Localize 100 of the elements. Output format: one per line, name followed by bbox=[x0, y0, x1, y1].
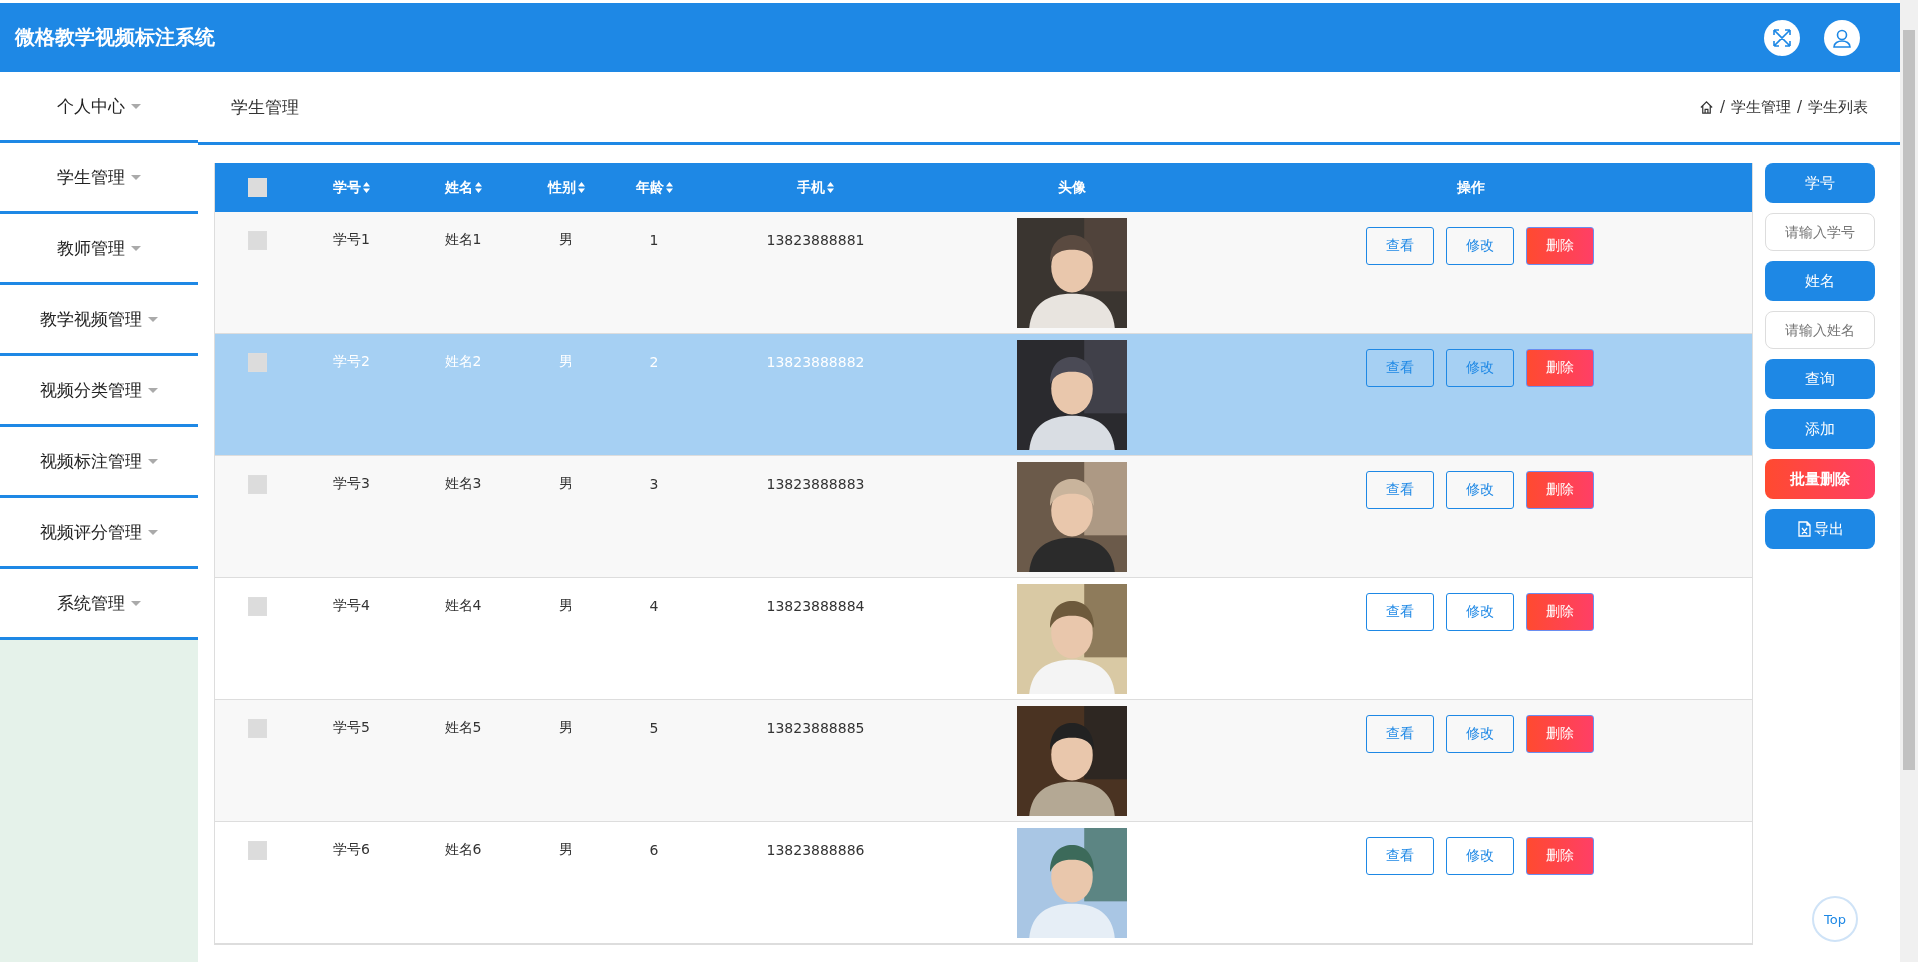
sort-icon[interactable] bbox=[363, 182, 370, 193]
breadcrumb-separator: / bbox=[1796, 98, 1802, 116]
view-button[interactable]: 查看 bbox=[1366, 715, 1434, 753]
delete-button[interactable]: 删除 bbox=[1526, 593, 1594, 631]
table-cell: 6 bbox=[649, 842, 659, 858]
table-cell: 姓名5 bbox=[444, 719, 482, 737]
row-checkbox[interactable] bbox=[247, 352, 267, 372]
page-title: 学生管理 bbox=[231, 95, 299, 119]
expand-icon bbox=[1771, 26, 1793, 49]
table-row[interactable]: 学号1 姓名1 男 1 13823888881 查看 修改 删除 bbox=[215, 212, 1752, 334]
table-cell: 4 bbox=[649, 598, 659, 614]
fullscreen-button[interactable] bbox=[1764, 19, 1800, 56]
table-cell: 13823888883 bbox=[766, 476, 865, 492]
column-header[interactable]: 性别 bbox=[547, 178, 576, 197]
view-button[interactable]: 查看 bbox=[1366, 593, 1434, 631]
table-cell: 13823888884 bbox=[766, 598, 865, 614]
column-header[interactable]: 手机 bbox=[797, 178, 825, 197]
table-row[interactable]: 学号3 姓名3 男 3 13823888883 查看 修改 删除 bbox=[215, 456, 1752, 578]
sort-icon[interactable] bbox=[474, 182, 482, 193]
delete-button[interactable]: 删除 bbox=[1526, 471, 1594, 509]
caret-icon bbox=[148, 458, 158, 464]
back-to-top-button[interactable]: Top bbox=[1812, 896, 1858, 942]
table-cell: 姓名4 bbox=[444, 597, 482, 615]
app-title: 微格教学视频标注系统 bbox=[15, 24, 215, 51]
table-cell: 男 bbox=[559, 353, 573, 371]
column-header[interactable]: 年龄 bbox=[635, 178, 664, 197]
caret-icon bbox=[131, 245, 141, 251]
column-header[interactable]: 头像 bbox=[1058, 178, 1086, 197]
delete-button[interactable]: 删除 bbox=[1526, 227, 1594, 265]
table-cell: 学号2 bbox=[333, 353, 370, 371]
export-button[interactable]: 导出 bbox=[1765, 509, 1875, 549]
sidebar-item[interactable]: 系统管理 bbox=[0, 569, 198, 640]
table-cell: 学号6 bbox=[333, 841, 370, 859]
action-button[interactable]: 查询 bbox=[1765, 359, 1875, 399]
edit-button[interactable]: 修改 bbox=[1446, 593, 1514, 631]
caret-icon bbox=[148, 387, 158, 393]
table-cell: 3 bbox=[649, 476, 659, 492]
batch-delete-button[interactable]: 批量删除 bbox=[1765, 459, 1875, 499]
table-cell: 姓名3 bbox=[444, 475, 482, 493]
table-cell: 13823888881 bbox=[766, 232, 865, 248]
table-row[interactable]: 学号5 姓名5 男 5 13823888885 查看 修改 删除 bbox=[215, 700, 1752, 822]
row-checkbox[interactable] bbox=[247, 596, 267, 616]
edit-button[interactable]: 修改 bbox=[1446, 715, 1514, 753]
breadcrumb-item[interactable]: 学生列表 bbox=[1808, 97, 1868, 117]
table-cell: 学号5 bbox=[333, 719, 370, 737]
caret-icon bbox=[148, 316, 158, 322]
row-checkbox[interactable] bbox=[247, 840, 267, 860]
scrollbar[interactable] bbox=[1900, 0, 1918, 962]
row-checkbox[interactable] bbox=[247, 718, 267, 738]
edit-button[interactable]: 修改 bbox=[1446, 227, 1514, 265]
breadcrumb-item[interactable]: 学生管理 bbox=[1730, 97, 1791, 117]
row-checkbox[interactable] bbox=[247, 230, 267, 250]
table-cell: 男 bbox=[559, 231, 573, 249]
sort-icon[interactable] bbox=[577, 182, 585, 193]
edit-button[interactable]: 修改 bbox=[1446, 349, 1514, 387]
row-checkbox[interactable] bbox=[247, 474, 267, 494]
sidebar-item[interactable]: 视频标注管理 bbox=[0, 427, 198, 498]
table-row[interactable]: 学号2 姓名2 男 2 13823888882 查看 修改 删除 bbox=[215, 334, 1752, 456]
sidebar-item[interactable]: 视频评分管理 bbox=[0, 498, 198, 569]
field-label: 学号 bbox=[1765, 163, 1875, 203]
search-field[interactable]: 请输入姓名 bbox=[1765, 311, 1875, 349]
sidebar-item[interactable]: 教学视频管理 bbox=[0, 285, 198, 356]
select-all-checkbox[interactable] bbox=[247, 178, 267, 197]
view-button[interactable]: 查看 bbox=[1366, 837, 1434, 875]
sort-icon[interactable] bbox=[827, 182, 834, 193]
view-button[interactable]: 查看 bbox=[1366, 471, 1434, 509]
sidebar-item[interactable]: 视频分类管理 bbox=[0, 356, 198, 427]
search-field[interactable]: 请输入学号 bbox=[1765, 213, 1875, 251]
table-cell: 学号4 bbox=[333, 597, 370, 615]
edit-button[interactable]: 修改 bbox=[1446, 471, 1514, 509]
view-button[interactable]: 查看 bbox=[1366, 227, 1434, 265]
column-header[interactable]: 操作 bbox=[1457, 178, 1485, 197]
caret-icon bbox=[131, 103, 141, 109]
excel-file-icon bbox=[1796, 521, 1812, 537]
table-cell: 13823888882 bbox=[766, 354, 865, 370]
field-label: 姓名 bbox=[1765, 261, 1875, 301]
delete-button[interactable]: 删除 bbox=[1526, 349, 1594, 387]
action-button[interactable]: 添加 bbox=[1765, 409, 1875, 449]
table-cell: 5 bbox=[649, 720, 659, 736]
table-cell: 男 bbox=[559, 475, 573, 493]
table-cell: 13823888885 bbox=[766, 720, 865, 736]
edit-button[interactable]: 修改 bbox=[1446, 837, 1514, 875]
table-cell: 男 bbox=[559, 597, 573, 615]
table-cell: 姓名6 bbox=[444, 841, 482, 859]
sidebar-item[interactable]: 教师管理 bbox=[0, 214, 198, 285]
column-header[interactable]: 姓名 bbox=[444, 178, 473, 197]
table-cell: 姓名1 bbox=[444, 231, 482, 249]
caret-icon bbox=[131, 600, 141, 606]
user-button[interactable] bbox=[1824, 19, 1860, 56]
table-cell: 学号1 bbox=[333, 231, 370, 249]
view-button[interactable]: 查看 bbox=[1366, 349, 1434, 387]
home-icon[interactable] bbox=[1698, 99, 1714, 115]
sidebar-item[interactable]: 个人中心 bbox=[0, 72, 198, 143]
sort-icon[interactable] bbox=[665, 182, 673, 193]
delete-button[interactable]: 删除 bbox=[1526, 837, 1594, 875]
column-header[interactable]: 学号 bbox=[333, 178, 361, 197]
table-cell: 1 bbox=[649, 232, 659, 248]
sidebar-item[interactable]: 学生管理 bbox=[0, 143, 198, 214]
delete-button[interactable]: 删除 bbox=[1526, 715, 1594, 753]
table-cell: 2 bbox=[649, 354, 659, 370]
